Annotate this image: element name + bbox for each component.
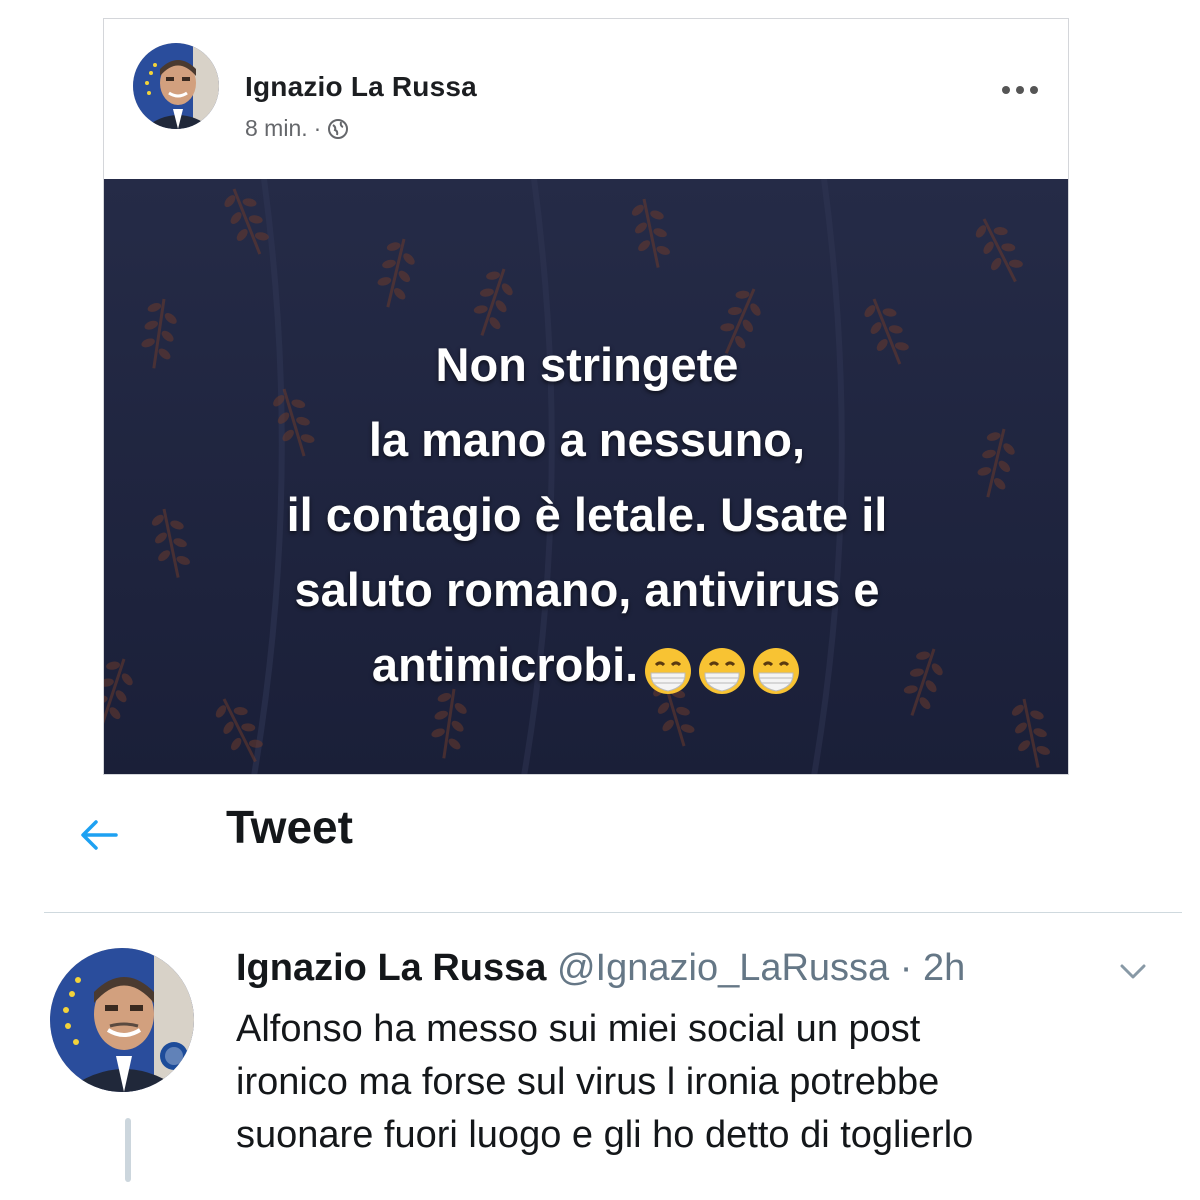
post-image-caption: Non stringete la mano a nessuno, il cont… [104,327,1068,702]
post-meta: 8 min. · [245,115,349,142]
tweet-header-bar: Tweet [0,790,1200,910]
caption-line: saluto romano, antivirus e [294,563,880,616]
tweet-timestamp[interactable]: 2h [923,947,965,989]
tweet-text-line: Alfonso ha messo sui miei social un post [236,1008,921,1050]
face-with-medical-mask-icon [750,643,802,695]
face-with-medical-mask-icon [696,643,748,695]
tweet-text: Alfonso ha messo sui miei social un post… [236,1003,1176,1162]
page-title: Tweet [226,801,353,853]
caption-line-text: antimicrobi. [371,638,639,691]
tweet-author-name[interactable]: Ignazio La Russa [236,947,546,989]
tweet-text-line: ironico ma forse sul virus l ironia potr… [236,1061,940,1103]
facebook-post-header: Ignazio La Russa 8 min. · [104,19,1068,161]
emoji-row [642,643,802,695]
thread-connector-line [125,1118,131,1182]
post-author-name[interactable]: Ignazio La Russa [245,71,477,103]
tweet-author-handle[interactable]: @Ignazio_LaRussa [557,947,889,989]
caption-line-last: antimicrobi. [104,627,1068,702]
tweet-text-line: suonare fuori luogo e gli ho detto di to… [236,1114,974,1156]
avatar[interactable] [50,948,194,1092]
caption-line: Non stringete [435,338,739,391]
face-with-medical-mask-icon [642,643,694,695]
caption-line: il contagio è letale. Usate il [286,488,888,541]
caption-line: la mano a nessuno, [368,413,806,466]
meta-separator: · [313,115,322,141]
divider [44,912,1182,913]
chevron-down-icon[interactable] [1112,950,1154,992]
post-image[interactable]: Non stringete la mano a nessuno, il cont… [104,179,1068,774]
globe-icon [327,118,349,140]
meta-separator: · [899,947,913,989]
tweet-author-row: Ignazio La Russa @Ignazio_LaRussa · 2h [236,946,965,990]
post-timestamp[interactable]: 8 min. [245,115,308,142]
avatar[interactable] [133,43,219,129]
back-arrow-icon[interactable] [76,812,122,858]
more-options-icon[interactable] [1000,77,1040,97]
facebook-post-card: Ignazio La Russa 8 min. · Non stringete … [103,18,1069,775]
